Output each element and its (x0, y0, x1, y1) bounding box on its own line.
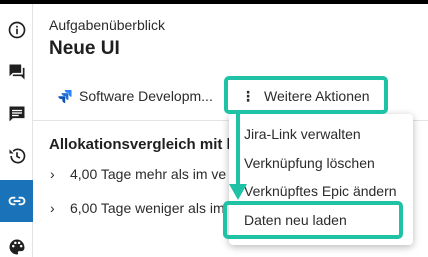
info-icon (8, 21, 25, 39)
project-link[interactable]: Software Developm... (57, 84, 213, 108)
chevron-right-icon: › (50, 200, 55, 216)
window-top-border (0, 0, 428, 4)
history-icon (9, 148, 25, 164)
chevron-right-icon: › (50, 166, 55, 182)
sidebar-item-palette[interactable] (0, 226, 33, 257)
sidebar (0, 4, 33, 257)
allocation-row[interactable]: › 4,00 Tage mehr als im ve (50, 166, 226, 182)
allocation-row[interactable]: › 6,00 Tage weniger als im (50, 200, 225, 216)
jira-software-icon (58, 90, 72, 104)
allocation-row-text: 6,00 Tage weniger als im (70, 200, 225, 216)
panel-subtitle: Aufgabenüberblick (49, 17, 165, 33)
menu-item-delete-link[interactable]: Verknüpfung löschen (229, 149, 413, 177)
link-icon (8, 196, 25, 206)
sidebar-item-info[interactable] (0, 9, 33, 51)
menu-item-manage-jira-link[interactable]: Jira-Link verwalten (229, 120, 413, 148)
sidebar-item-history[interactable] (0, 135, 33, 177)
chat-icon (9, 64, 24, 80)
highlight-reload-data (223, 201, 403, 239)
comment-icon (9, 106, 24, 122)
allocation-section-title: Allokationsvergleich mit l (49, 136, 231, 153)
project-name: Software Developm... (79, 88, 213, 104)
highlight-more-actions (224, 76, 388, 114)
sidebar-item-link[interactable] (0, 180, 33, 222)
allocation-row-text: 4,00 Tage mehr als im ve (70, 166, 227, 182)
panel-title: Neue UI (49, 38, 120, 59)
palette-icon (9, 239, 24, 255)
sidebar-item-chat[interactable] (0, 51, 33, 93)
sidebar-item-comment[interactable] (0, 93, 33, 135)
